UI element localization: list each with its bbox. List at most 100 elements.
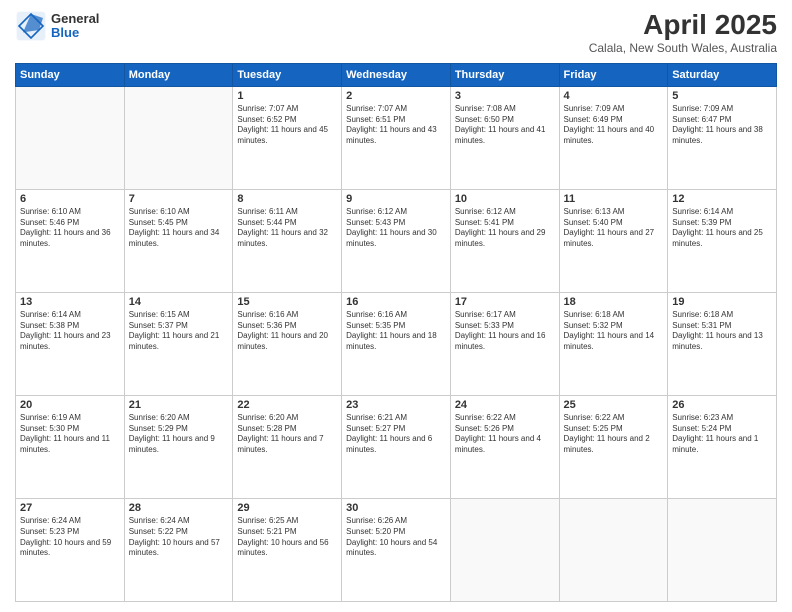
calendar-cell: 30 Sunrise: 6:26 AM Sunset: 5:20 PM Dayli… — [342, 498, 451, 601]
day-number: 8 — [237, 193, 337, 205]
calendar-cell: 17 Sunrise: 6:17 AM Sunset: 5:33 PM Dayli… — [450, 292, 559, 395]
calendar-cell: 9 Sunrise: 6:12 AM Sunset: 5:43 PM Daylig… — [342, 189, 451, 292]
day-number: 24 — [455, 399, 555, 411]
calendar-cell: 22Sunrise: 6:20 AM Sunset: 5:28 PM Dayli… — [233, 395, 342, 498]
day-number: 7 — [129, 193, 229, 205]
calendar-cell: 12 Sunrise: 6:14 AM Sunset: 5:39 PM Dayli… — [668, 189, 777, 292]
calendar-cell — [559, 498, 668, 601]
month-title: April 2025 — [589, 10, 777, 41]
day-number: 23 — [346, 399, 446, 411]
cell-info: Sunrise: 7:08 AM Sunset: 6:50 PM Dayligh… — [455, 104, 555, 147]
day-number: 26 — [672, 399, 772, 411]
cell-info: Sunrise: 6:14 AM Sunset: 5:38 PM Dayligh… — [20, 310, 120, 353]
day-number: 1 — [237, 90, 337, 102]
cell-info: Sunrise: 6:25 AM Sunset: 5:21 PM Dayligh… — [237, 516, 337, 559]
day-number: 15 — [237, 296, 337, 308]
calendar-cell: 15 Sunrise: 6:16 AM Sunset: 5:36 PM Dayli… — [233, 292, 342, 395]
cell-info: Sunrise: 6:17 AM Sunset: 5:33 PM Dayligh… — [455, 310, 555, 353]
cell-info: Sunrise: 6:18 AM Sunset: 5:31 PM Dayligh… — [672, 310, 772, 353]
calendar-cell: 4 Sunrise: 7:09 AM Sunset: 6:49 PM Daylig… — [559, 86, 668, 189]
cell-info: Sunrise: 6:19 AM Sunset: 5:30 PM Dayligh… — [20, 413, 120, 456]
calendar-day-header: Saturday — [668, 63, 777, 86]
calendar-cell: 16 Sunrise: 6:16 AM Sunset: 5:35 PM Dayli… — [342, 292, 451, 395]
calendar-cell: 18 Sunrise: 6:18 AM Sunset: 5:32 PM Dayli… — [559, 292, 668, 395]
calendar-cell: 5 Sunrise: 7:09 AM Sunset: 6:47 PM Daylig… — [668, 86, 777, 189]
title-block: April 2025 Calala, New South Wales, Aust… — [589, 10, 777, 55]
calendar-day-header: Friday — [559, 63, 668, 86]
cell-info: Sunrise: 6:14 AM Sunset: 5:39 PM Dayligh… — [672, 207, 772, 250]
calendar-week-row: 6 Sunrise: 6:10 AM Sunset: 5:46 PM Daylig… — [16, 189, 777, 292]
calendar-week-row: 27 Sunrise: 6:24 AM Sunset: 5:23 PM Dayli… — [16, 498, 777, 601]
logo-text: General Blue — [51, 12, 99, 41]
day-number: 12 — [672, 193, 772, 205]
calendar-day-header: Tuesday — [233, 63, 342, 86]
day-number: 20 — [20, 399, 120, 411]
calendar-cell: 28 Sunrise: 6:24 AM Sunset: 5:22 PM Dayli… — [124, 498, 233, 601]
calendar-cell: 7Sunrise: 6:10 AM Sunset: 5:45 PM Daylig… — [124, 189, 233, 292]
cell-info: Sunrise: 6:18 AM Sunset: 5:32 PM Dayligh… — [564, 310, 664, 353]
calendar-cell — [450, 498, 559, 601]
calendar-cell — [16, 86, 125, 189]
calendar-cell: 23 Sunrise: 6:21 AM Sunset: 5:27 PM Dayli… — [342, 395, 451, 498]
day-number: 29 — [237, 502, 337, 514]
calendar-cell: 1Sunrise: 7:07 AM Sunset: 6:52 PM Daylig… — [233, 86, 342, 189]
cell-info: Sunrise: 6:11 AM Sunset: 5:44 PM Dayligh… — [237, 207, 337, 250]
calendar-table: SundayMondayTuesdayWednesdayThursdayFrid… — [15, 63, 777, 602]
day-number: 4 — [564, 90, 664, 102]
calendar-cell — [668, 498, 777, 601]
calendar-cell: 2 Sunrise: 7:07 AM Sunset: 6:51 PM Daylig… — [342, 86, 451, 189]
calendar-week-row: 1Sunrise: 7:07 AM Sunset: 6:52 PM Daylig… — [16, 86, 777, 189]
location: Calala, New South Wales, Australia — [589, 41, 777, 55]
calendar-cell: 24 Sunrise: 6:22 AM Sunset: 5:26 PM Dayli… — [450, 395, 559, 498]
calendar-cell: 3Sunrise: 7:08 AM Sunset: 6:50 PM Daylig… — [450, 86, 559, 189]
cell-info: Sunrise: 6:10 AM Sunset: 5:46 PM Dayligh… — [20, 207, 120, 250]
cell-info: Sunrise: 6:26 AM Sunset: 5:20 PM Dayligh… — [346, 516, 446, 559]
calendar-cell: 21 Sunrise: 6:20 AM Sunset: 5:29 PM Dayli… — [124, 395, 233, 498]
cell-info: Sunrise: 6:16 AM Sunset: 5:36 PM Dayligh… — [237, 310, 337, 353]
cell-info: Sunrise: 6:16 AM Sunset: 5:35 PM Dayligh… — [346, 310, 446, 353]
cell-info: Sunrise: 6:24 AM Sunset: 5:22 PM Dayligh… — [129, 516, 229, 559]
calendar-header-row: SundayMondayTuesdayWednesdayThursdayFrid… — [16, 63, 777, 86]
calendar-cell: 13 Sunrise: 6:14 AM Sunset: 5:38 PM Dayli… — [16, 292, 125, 395]
calendar-cell: 26Sunrise: 6:23 AM Sunset: 5:24 PM Dayli… — [668, 395, 777, 498]
calendar-cell: 14Sunrise: 6:15 AM Sunset: 5:37 PM Dayli… — [124, 292, 233, 395]
cell-info: Sunrise: 6:22 AM Sunset: 5:26 PM Dayligh… — [455, 413, 555, 456]
calendar-week-row: 20 Sunrise: 6:19 AM Sunset: 5:30 PM Dayli… — [16, 395, 777, 498]
logo: General Blue — [15, 10, 99, 42]
day-number: 21 — [129, 399, 229, 411]
day-number: 30 — [346, 502, 446, 514]
day-number: 16 — [346, 296, 446, 308]
cell-info: Sunrise: 6:20 AM Sunset: 5:28 PM Dayligh… — [237, 413, 337, 456]
cell-info: Sunrise: 6:21 AM Sunset: 5:27 PM Dayligh… — [346, 413, 446, 456]
calendar-day-header: Thursday — [450, 63, 559, 86]
calendar-cell: 19 Sunrise: 6:18 AM Sunset: 5:31 PM Dayli… — [668, 292, 777, 395]
calendar-week-row: 13 Sunrise: 6:14 AM Sunset: 5:38 PM Dayli… — [16, 292, 777, 395]
cell-info: Sunrise: 7:09 AM Sunset: 6:47 PM Dayligh… — [672, 104, 772, 147]
logo-icon — [15, 10, 47, 42]
day-number: 13 — [20, 296, 120, 308]
calendar-cell — [124, 86, 233, 189]
cell-info: Sunrise: 7:09 AM Sunset: 6:49 PM Dayligh… — [564, 104, 664, 147]
day-number: 27 — [20, 502, 120, 514]
day-number: 11 — [564, 193, 664, 205]
calendar-cell: 27 Sunrise: 6:24 AM Sunset: 5:23 PM Dayli… — [16, 498, 125, 601]
day-number: 28 — [129, 502, 229, 514]
calendar-day-header: Sunday — [16, 63, 125, 86]
cell-info: Sunrise: 6:12 AM Sunset: 5:43 PM Dayligh… — [346, 207, 446, 250]
header: General Blue April 2025 Calala, New Sout… — [15, 10, 777, 55]
cell-info: Sunrise: 7:07 AM Sunset: 6:51 PM Dayligh… — [346, 104, 446, 147]
cell-info: Sunrise: 6:24 AM Sunset: 5:23 PM Dayligh… — [20, 516, 120, 559]
day-number: 2 — [346, 90, 446, 102]
cell-info: Sunrise: 6:22 AM Sunset: 5:25 PM Dayligh… — [564, 413, 664, 456]
cell-info: Sunrise: 6:20 AM Sunset: 5:29 PM Dayligh… — [129, 413, 229, 456]
calendar-cell: 29 Sunrise: 6:25 AM Sunset: 5:21 PM Dayli… — [233, 498, 342, 601]
day-number: 5 — [672, 90, 772, 102]
day-number: 6 — [20, 193, 120, 205]
day-number: 19 — [672, 296, 772, 308]
day-number: 18 — [564, 296, 664, 308]
day-number: 9 — [346, 193, 446, 205]
cell-info: Sunrise: 6:12 AM Sunset: 5:41 PM Dayligh… — [455, 207, 555, 250]
day-number: 14 — [129, 296, 229, 308]
day-number: 17 — [455, 296, 555, 308]
calendar-cell: 6 Sunrise: 6:10 AM Sunset: 5:46 PM Daylig… — [16, 189, 125, 292]
